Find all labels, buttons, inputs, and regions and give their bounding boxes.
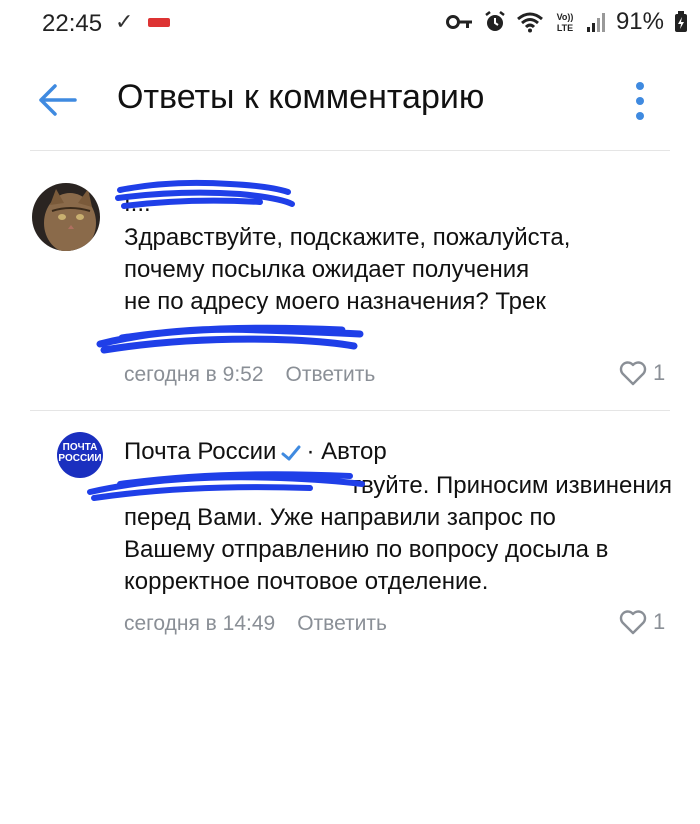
like-count: 1 [653, 360, 666, 385]
signal-icon [586, 13, 605, 32]
comment-text: твуйте. Приносим извинения перед Вами. У… [124, 470, 672, 598]
heart-icon [619, 361, 647, 386]
status-bar: 22:45 ✓ Vo)) LTE 91% [0, 0, 700, 50]
comment-author[interactable]: Почта России [124, 438, 276, 465]
avatar-text: ПОЧТА [62, 442, 98, 453]
app-bar: Ответы к комментарию [0, 60, 700, 140]
comment-text: Здравствуйте, подскажите, пожалуйста, по… [124, 222, 570, 318]
status-icons: Vo)) LTE 91% [445, 8, 688, 36]
comment-author-row: Почта России · Автор [124, 438, 387, 466]
avatar-text: РОССИИ [58, 453, 102, 464]
battery-icon [675, 11, 687, 32]
comment-author[interactable]: I... [124, 190, 151, 218]
comment-line: Здравствуйте, подскажите, пожалуйста, [124, 224, 571, 251]
pochta-logo: ПОЧТА РОССИИ [57, 442, 103, 464]
comment-meta: сегодня в 9:52 Ответить [124, 363, 375, 387]
back-arrow-icon[interactable] [35, 80, 79, 120]
check-icon: ✓ [115, 9, 134, 34]
wifi-icon [516, 12, 543, 33]
comment-divider [30, 410, 670, 411]
svg-text:LTE: LTE [557, 23, 573, 33]
comment-time: сегодня в 9:52 [124, 363, 264, 386]
comment-line: почему посылка ожидает получения [124, 256, 530, 283]
avatar[interactable]: ПОЧТА РОССИИ [57, 432, 103, 478]
svg-text:Vo)): Vo)) [557, 12, 574, 22]
comment-line: перед Вами. Уже направили запрос по [124, 504, 556, 531]
comment-meta: сегодня в 14:49 Ответить [124, 612, 387, 636]
alarm-icon [485, 11, 505, 31]
volte-icon: Vo)) LTE [557, 12, 574, 33]
more-options-icon[interactable] [628, 78, 652, 124]
comment-time: сегодня в 14:49 [124, 612, 276, 635]
comment-line: Вашему отправлению по вопросу досыла в [124, 536, 609, 563]
avatar[interactable] [32, 183, 100, 251]
reply-button[interactable]: Ответить [286, 363, 376, 386]
redaction-scribble [96, 324, 364, 354]
comment-line: не по адресу моего назначения? Трек [124, 288, 546, 315]
status-time: 22:45 [42, 10, 103, 37]
author-badge: · Автор [306, 438, 387, 465]
like-count: 1 [653, 609, 666, 634]
page-title: Ответы к комментарию [117, 78, 485, 116]
like-button[interactable]: 1 [619, 609, 665, 635]
header-divider [30, 150, 670, 151]
comment-line: корректное почтовое отделение. [124, 568, 489, 595]
notification-icon [148, 18, 170, 27]
battery-percent: 91% [615, 8, 664, 35]
verified-check-icon [281, 445, 301, 461]
reply-button[interactable]: Ответить [297, 612, 387, 635]
heart-icon [619, 610, 647, 635]
key-icon [445, 15, 472, 29]
cat-avatar-image [32, 183, 100, 251]
comment-line: твуйте. Приносим извинения [350, 472, 673, 499]
like-button[interactable]: 1 [619, 360, 665, 386]
